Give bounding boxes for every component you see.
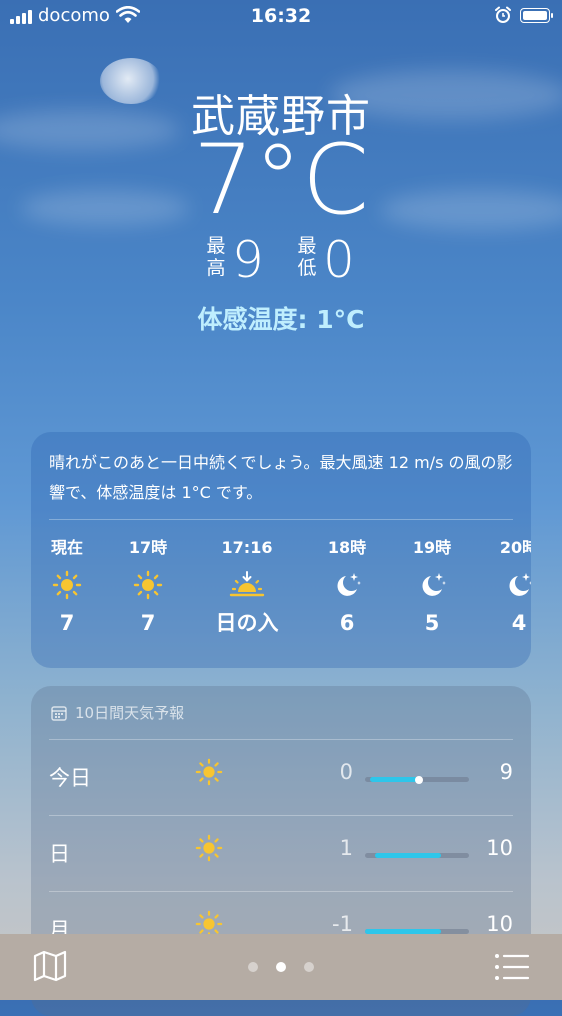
temperature-range-bar: [365, 775, 469, 784]
high-label: 最高: [206, 235, 226, 279]
page-indicator[interactable]: [248, 962, 318, 974]
sun-icon: [31, 560, 112, 610]
high-temp: 10: [486, 912, 513, 936]
ten-day-title: 10日間天気予報: [75, 704, 185, 722]
day-row[interactable]: 今日 0 9: [31, 740, 531, 816]
page-dot[interactable]: [248, 962, 258, 972]
battery-icon: [520, 8, 553, 23]
moon-stars-icon: [474, 560, 531, 610]
low-value: 0: [323, 231, 355, 289]
day-label: 日: [49, 842, 70, 866]
calendar-icon: [51, 705, 67, 721]
forecast-summary: 晴れがこのあと一日中続くでしょう。最大風速 12 m/s の風の影響で、体感温度…: [49, 453, 513, 502]
hour-item: 18時 6: [302, 536, 392, 636]
high-temp: 9: [499, 760, 513, 784]
status-time: 16:32: [250, 5, 312, 27]
map-icon[interactable]: [32, 950, 68, 982]
hourly-forecast-card[interactable]: 晴れがこのあと一日中続くでしょう。最大風速 12 m/s の風の影響で、体感温度…: [31, 432, 531, 668]
alarm-icon: [495, 6, 511, 23]
list-icon[interactable]: [494, 952, 530, 982]
page-dot[interactable]: [304, 962, 314, 972]
hour-item: 20時 4: [474, 536, 531, 636]
hour-item: 17:16 日の入: [202, 536, 292, 636]
hourly-scroll[interactable]: 現在 7 17時 7 17:16 日の入 18時 6 19時 5 20時 4: [31, 536, 531, 656]
high-value: 9: [232, 231, 264, 289]
low-temp: 1: [339, 836, 353, 860]
bottom-toolbar: [0, 934, 562, 1000]
feels-like: 体感温度: 1°C: [197, 305, 365, 334]
day-row[interactable]: 日 1 10: [31, 816, 531, 892]
low-label: 最低: [297, 235, 317, 279]
high-temp: 10: [486, 836, 513, 860]
sun-icon: [195, 758, 223, 790]
page-dot-active[interactable]: [276, 962, 286, 972]
sunset-icon: [202, 560, 292, 610]
low-temp: 0: [339, 760, 353, 784]
moon-stars-icon: [302, 560, 392, 610]
hour-item: 現在 7: [31, 536, 112, 636]
hour-item: 17時 7: [103, 536, 193, 636]
current-temp-dot: [415, 775, 424, 784]
divider: [49, 519, 513, 520]
hour-item: 19時 5: [387, 536, 477, 636]
sun-icon: [103, 560, 193, 610]
status-bar: docomo 16:32: [0, 0, 562, 34]
temperature-range-bar: [365, 853, 469, 858]
ten-day-header: 10日間天気予報: [51, 702, 184, 723]
sun-icon: [195, 834, 223, 866]
day-label: 今日: [49, 766, 91, 790]
current-temperature: 7°C: [192, 124, 370, 236]
range-fill: [375, 853, 441, 858]
moon-stars-icon: [387, 560, 477, 610]
low-temp: -1: [332, 912, 353, 936]
high-low: 最高 9 最低 0: [0, 232, 562, 292]
